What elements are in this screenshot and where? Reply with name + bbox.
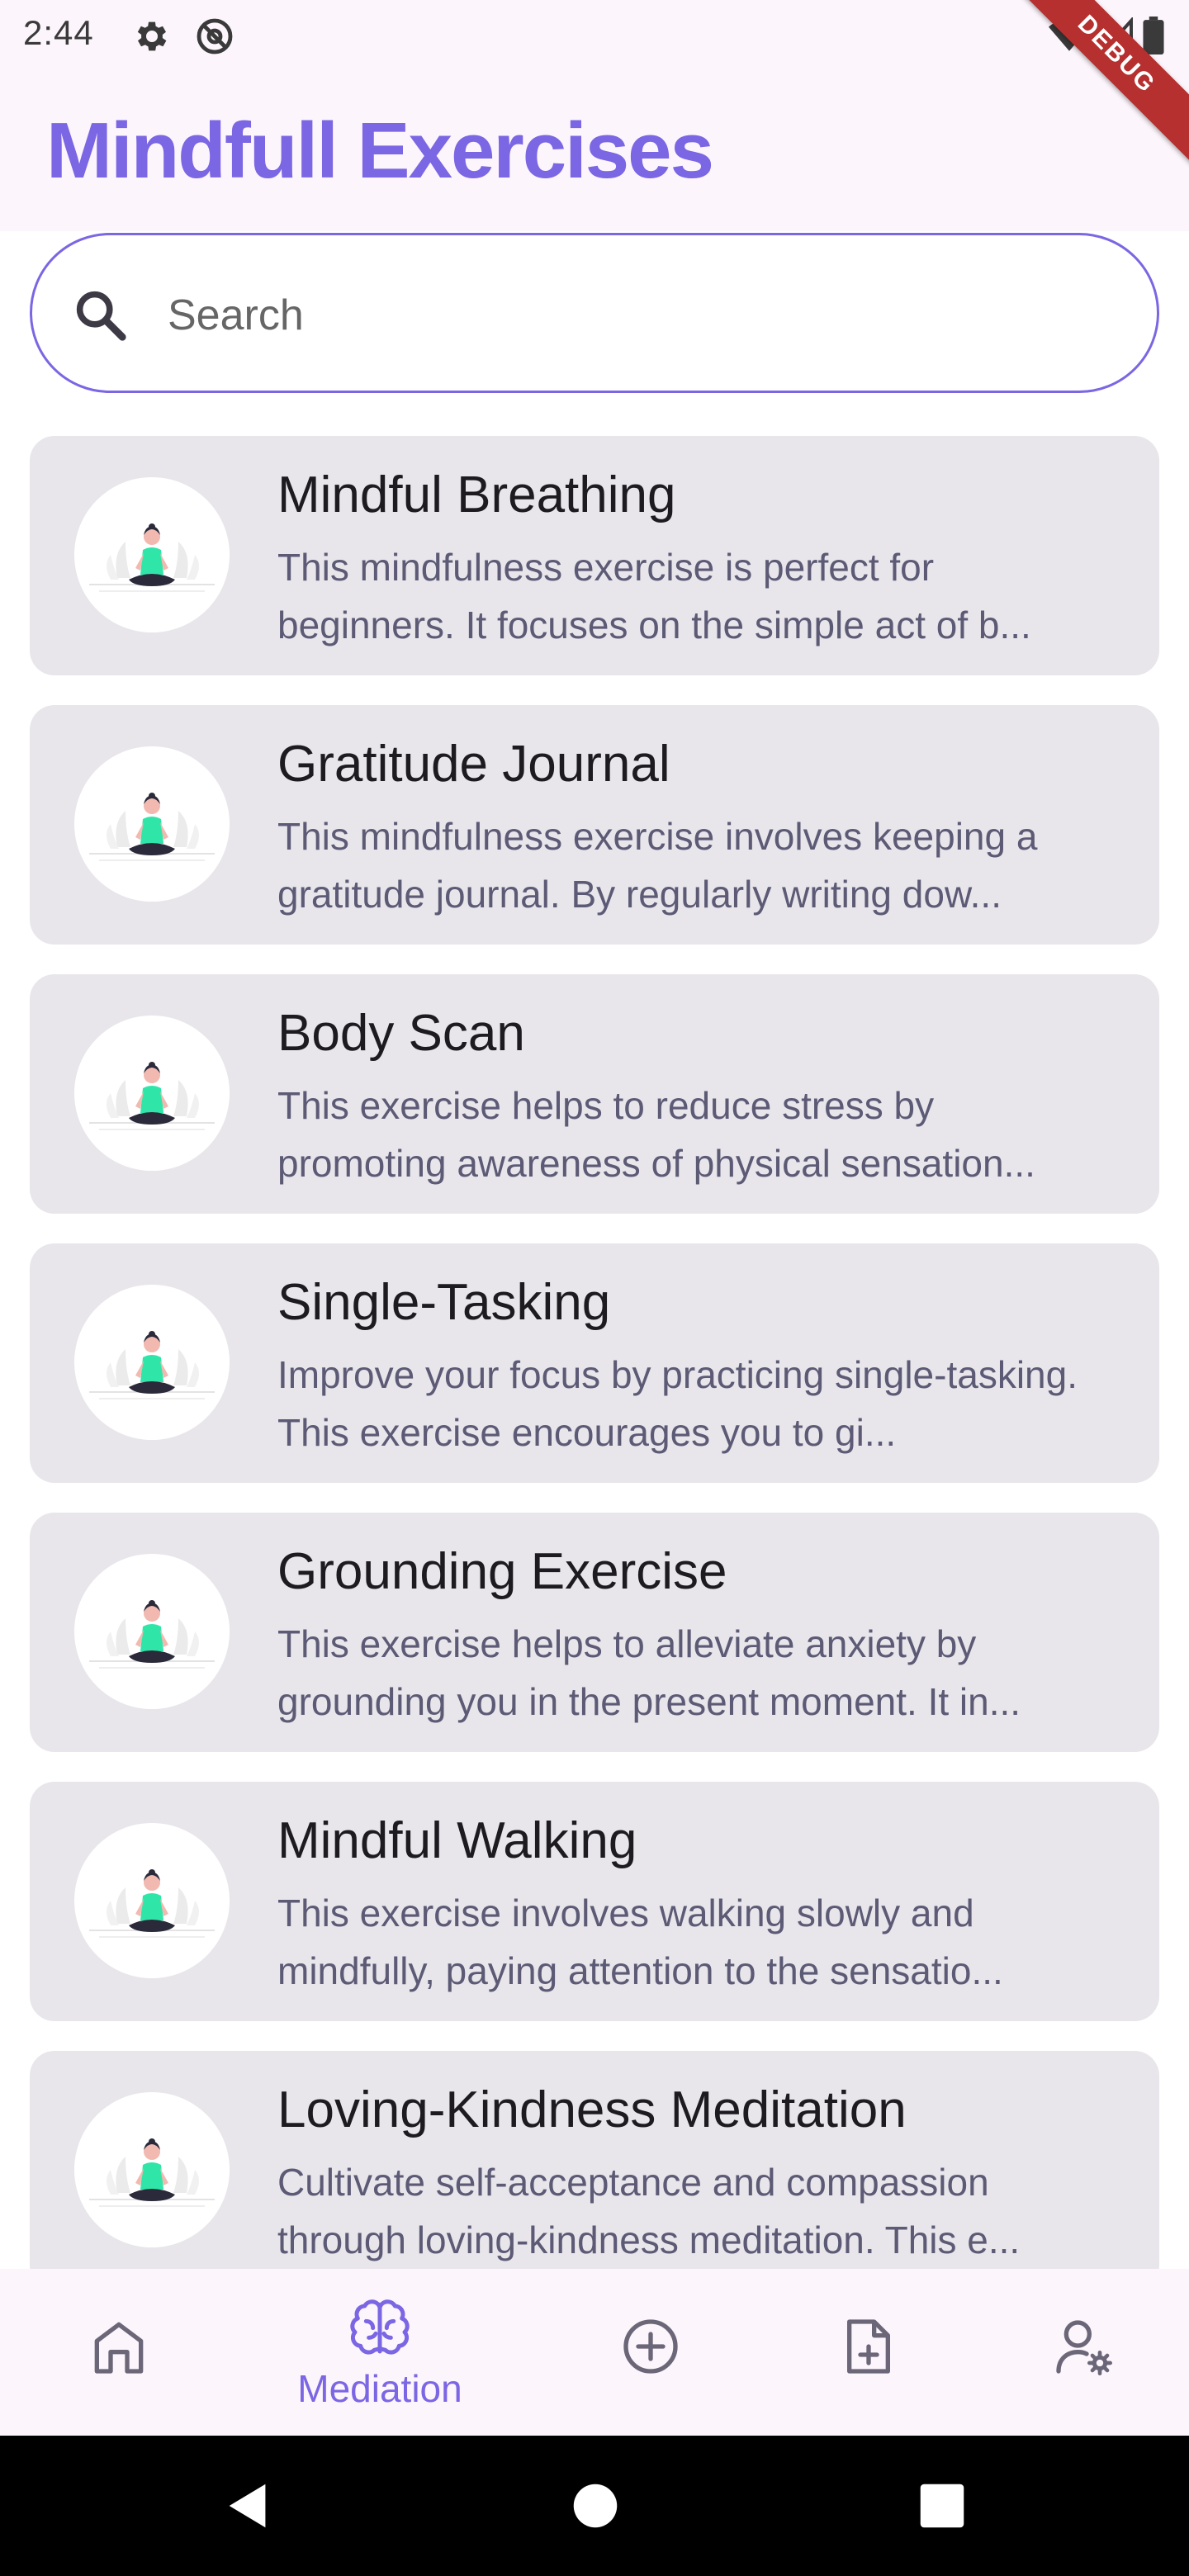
at-sign-icon <box>197 18 233 54</box>
exercise-card[interactable]: Gratitude Journal This mindfulness exerc… <box>30 705 1159 945</box>
status-time: 2:44 <box>23 13 94 52</box>
app-bar: 2:44 DEBUG Mindfull Exercises <box>0 0 1189 231</box>
exercise-title: Mindful Walking <box>277 1812 637 1869</box>
nav-label-mediation: Mediation <box>297 2367 462 2410</box>
system-navigation-bar <box>0 2436 1189 2576</box>
meditation-illustration <box>74 2092 230 2247</box>
meditation-illustration <box>74 1285 230 1440</box>
meditation-illustration <box>74 477 230 632</box>
exercise-description: This mindfulness exercise is perfect for… <box>277 546 1031 646</box>
recents-icon[interactable] <box>913 2477 971 2535</box>
exercise-description: Cultivate self-acceptance and compassion… <box>277 2161 1021 2261</box>
exercise-title: Grounding Exercise <box>277 1543 727 1600</box>
nav-item-mediation[interactable]: Mediation <box>261 2269 499 2436</box>
exercise-title: Body Scan <box>277 1005 525 1062</box>
nav-item-add[interactable] <box>532 2269 770 2436</box>
nav-item-user-settings[interactable] <box>964 2269 1189 2436</box>
meditating-person-icon <box>89 793 215 861</box>
back-icon[interactable] <box>220 2477 277 2535</box>
add-circle-icon <box>623 2319 678 2374</box>
exercise-description: Improve your focus by practicing single-… <box>277 1353 1078 1454</box>
exercise-title: Gratitude Journal <box>277 736 670 793</box>
home-circle-icon[interactable] <box>566 2477 624 2535</box>
exercise-title: Single-Tasking <box>277 1274 611 1331</box>
meditating-person-icon <box>89 1331 215 1399</box>
search-bar[interactable] <box>30 233 1159 393</box>
meditating-person-icon <box>89 523 215 592</box>
exercise-card[interactable]: Grounding Exercise This exercise helps t… <box>30 1513 1159 1752</box>
meditation-illustration <box>74 1554 230 1709</box>
battery-icon <box>1143 17 1164 54</box>
user-settings-icon <box>1056 2320 1112 2375</box>
exercise-description: This mindfulness exercise involves keepi… <box>277 815 1038 916</box>
meditation-illustration <box>74 1823 230 1978</box>
status-bar: 2:44 <box>0 0 1189 71</box>
exercise-title: Loving-Kindness Meditation <box>277 2081 907 2138</box>
page-title: Mindfull Exercises <box>46 107 714 195</box>
add-document-icon <box>847 2319 890 2374</box>
bottom-navigation: Mediation <box>0 2269 1189 2436</box>
exercise-card[interactable]: Loving-Kindness Meditation Cultivate sel… <box>30 2051 1159 2290</box>
exercise-description: This exercise helps to reduce stress by … <box>277 1084 1035 1185</box>
meditating-person-icon <box>89 2138 215 2207</box>
search-icon <box>76 291 126 341</box>
exercise-card[interactable]: Single-Tasking Improve your focus by pra… <box>30 1243 1159 1483</box>
meditation-illustration <box>74 1016 230 1171</box>
exercise-card[interactable]: Mindful Breathing This mindfulness exerc… <box>30 436 1159 675</box>
meditating-person-icon <box>89 1062 215 1130</box>
exercise-title: Mindful Breathing <box>277 466 676 523</box>
exercise-card[interactable]: Body Scan This exercise helps to reduce … <box>30 974 1159 1214</box>
nav-item-home[interactable] <box>0 2269 238 2436</box>
home-icon <box>94 2322 144 2374</box>
app-root: 2:44 DEBUG Mindfull Exercises Search Min… <box>0 0 1189 2576</box>
meditation-illustration <box>74 746 230 902</box>
nav-item-add-document[interactable] <box>750 2269 988 2436</box>
brain-icon <box>350 2299 410 2355</box>
exercise-description: This exercise helps to alleviate anxiety… <box>277 1622 1021 1723</box>
exercise-description: This exercise involves walking slowly an… <box>277 1892 1003 1992</box>
search-input[interactable] <box>168 278 1117 353</box>
meditating-person-icon <box>89 1600 215 1669</box>
gear-icon <box>137 21 167 51</box>
exercise-card[interactable]: Mindful Walking This exercise involves w… <box>30 1782 1159 2021</box>
meditating-person-icon <box>89 1869 215 1938</box>
